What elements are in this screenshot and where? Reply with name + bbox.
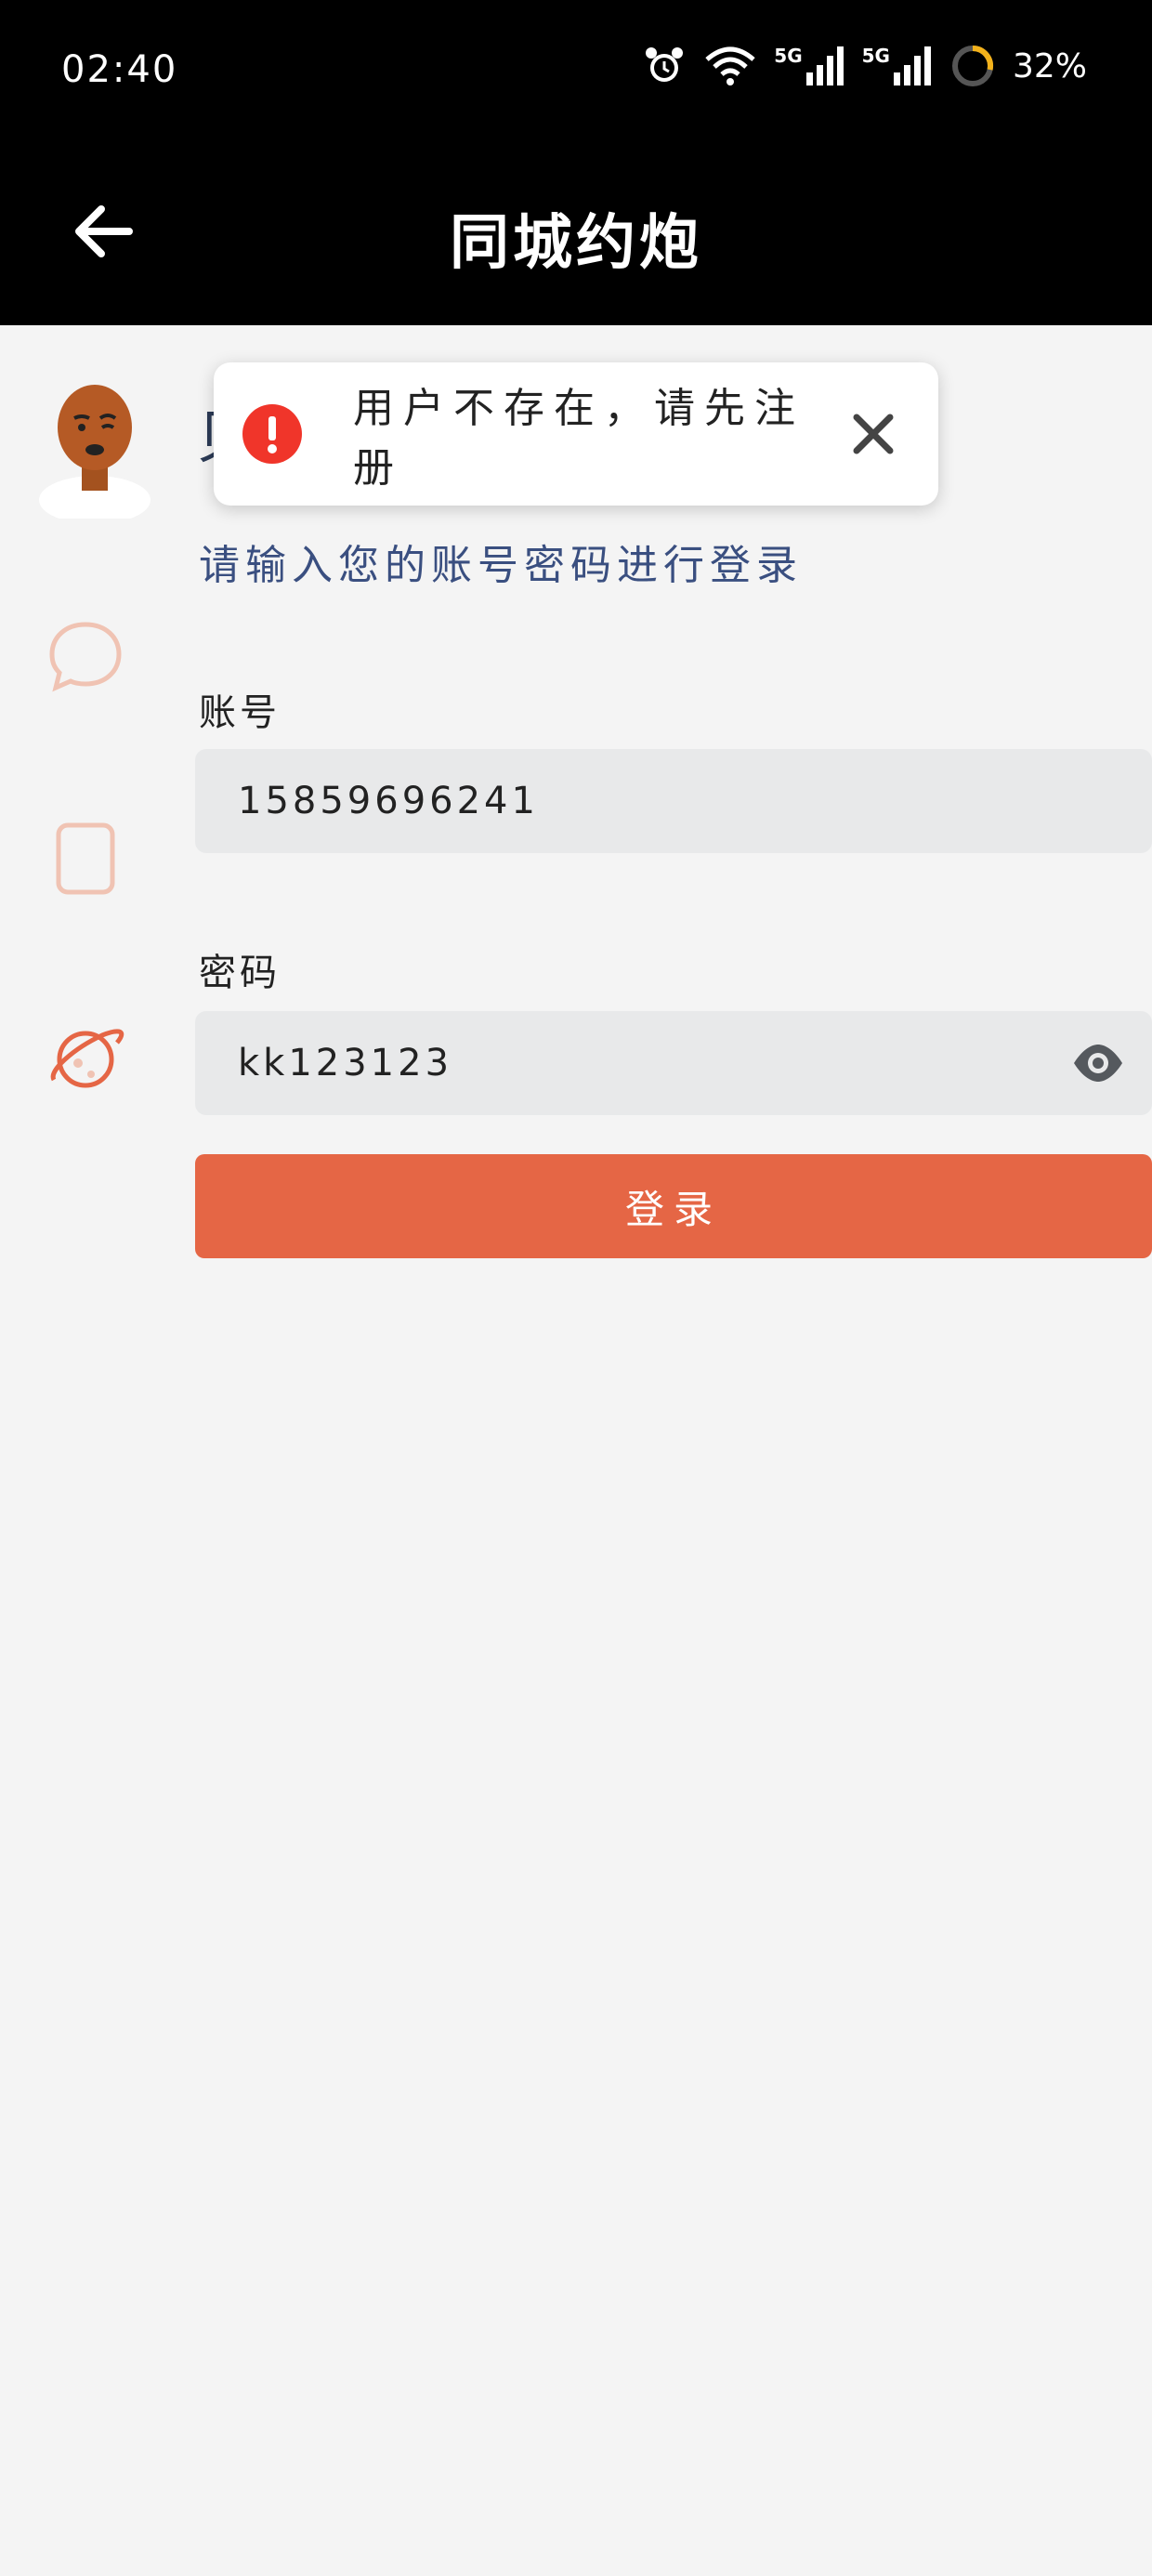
signal-5g-icon: 5G: [862, 45, 933, 87]
account-value: 15859696241: [238, 780, 539, 822]
signal-5g-icon: 5G: [774, 45, 844, 87]
login-button[interactable]: 登录: [195, 1154, 1152, 1258]
wifi-icon: [703, 45, 757, 87]
chat-bubble-icon[interactable]: [46, 617, 124, 695]
password-value: kk123123: [238, 1042, 453, 1084]
error-toast: 用户不存在，请先注册: [214, 362, 938, 506]
password-label: 密码: [199, 952, 281, 994]
network-type-label: 5G: [774, 45, 803, 67]
battery-ring-icon: [949, 43, 996, 89]
account-field[interactable]: 15859696241: [195, 749, 1152, 853]
login-subtitle: 请输入您的账号密码进行登录: [199, 542, 803, 589]
eye-icon[interactable]: [1072, 1039, 1124, 1087]
status-time: 02:40: [61, 48, 178, 91]
avatar: [37, 370, 158, 524]
phone-outline-icon[interactable]: [46, 820, 124, 898]
error-icon: [242, 403, 303, 465]
alarm-icon: [642, 44, 687, 88]
status-bar: 02:40 5G 5G 32%: [0, 0, 1152, 139]
account-label: 账号: [199, 691, 281, 734]
password-field[interactable]: kk123123: [195, 1011, 1152, 1115]
status-icons: 5G 5G 32%: [642, 43, 1087, 89]
close-icon[interactable]: [845, 406, 901, 462]
app-bar: 同城约炮: [0, 139, 1152, 325]
network-type-label: 5G: [861, 45, 890, 67]
page-title: 同城约炮: [450, 209, 702, 278]
battery-percent: 32%: [1012, 46, 1087, 85]
toast-message: 用户不存在，请先注册: [353, 385, 805, 492]
planet-icon[interactable]: [46, 1020, 124, 1098]
